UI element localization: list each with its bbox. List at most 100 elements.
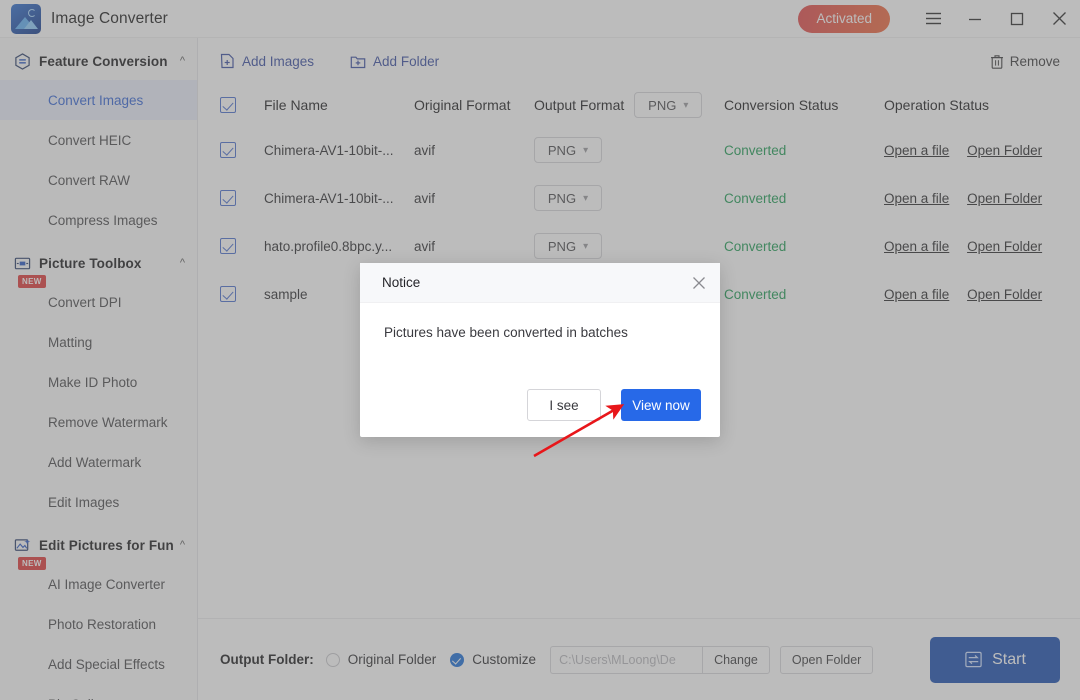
customize-radio[interactable]: [450, 653, 464, 667]
output-format-select[interactable]: PNG ▾: [534, 185, 602, 211]
close-icon[interactable]: [1038, 0, 1080, 38]
add-file-icon: [220, 53, 235, 69]
start-label: Start: [992, 651, 1026, 669]
sidebar-item-compress-images[interactable]: Compress Images: [0, 200, 197, 240]
open-file-link[interactable]: Open a file: [884, 239, 949, 254]
sidebar-item-label: Compress Images: [48, 213, 158, 228]
cell-conversion-status: Converted: [724, 191, 884, 206]
add-folder-icon: [350, 54, 366, 69]
remove-button[interactable]: Remove: [990, 54, 1060, 69]
activated-badge[interactable]: Activated: [798, 5, 890, 33]
sidebar-item-photo-restoration[interactable]: Photo Restoration: [0, 604, 197, 644]
title-bar-controls: Activated: [798, 0, 1080, 38]
change-path-button[interactable]: Change: [702, 646, 770, 674]
cell-conversion-status: Converted: [724, 143, 884, 158]
start-button[interactable]: Start: [930, 637, 1060, 683]
image-converter-window: Image Converter Activated: [0, 0, 1080, 700]
dialog-close-icon[interactable]: [692, 276, 706, 290]
convert-icon: [964, 650, 983, 669]
header-operation-status: Operation Status: [884, 97, 1066, 113]
output-format-select[interactable]: PNG ▾: [534, 233, 602, 259]
toolbox-icon: [14, 255, 31, 272]
table-row[interactable]: Chimera-AV1-10bit-... avif PNG ▾ Convert…: [198, 126, 1080, 174]
open-folder-link[interactable]: Open Folder: [967, 143, 1042, 158]
sidebar-item-label: Convert Images: [48, 93, 143, 108]
output-format-select[interactable]: PNG ▾: [534, 137, 602, 163]
customize-label[interactable]: Customize: [472, 652, 536, 667]
sidebar-item-ai-image-converter[interactable]: NEW AI Image Converter: [0, 564, 197, 604]
sidebar-group-label: Edit Pictures for Fun: [39, 538, 174, 553]
open-file-link[interactable]: Open a file: [884, 287, 949, 302]
title-bar: Image Converter Activated: [0, 0, 1080, 38]
add-images-button[interactable]: Add Images: [220, 53, 314, 69]
cell-operation-status: Open a file Open Folder: [884, 143, 1066, 158]
sidebar-item-convert-images[interactable]: Convert Images: [0, 80, 197, 120]
sidebar-item-remove-watermark[interactable]: Remove Watermark: [0, 402, 197, 442]
header-file-name: File Name: [264, 97, 414, 113]
add-folder-button[interactable]: Add Folder: [350, 54, 439, 69]
maximize-icon[interactable]: [996, 0, 1038, 38]
select-all-checkbox[interactable]: [220, 97, 236, 113]
sidebar-item-convert-heic[interactable]: Convert HEIC: [0, 120, 197, 160]
dialog-title: Notice: [382, 275, 420, 290]
open-file-link[interactable]: Open a file: [884, 143, 949, 158]
cell-original-format: avif: [414, 143, 534, 158]
new-badge: NEW: [18, 275, 46, 288]
conversion-icon: [14, 53, 31, 70]
sidebar-group-feature-conversion[interactable]: Feature Conversion ^: [0, 42, 197, 80]
row-select-cell: [220, 190, 264, 206]
sidebar-item-label: Add Watermark: [48, 455, 141, 470]
header-output-format: Output Format: [534, 97, 624, 113]
add-folder-label: Add Folder: [373, 54, 439, 69]
original-folder-label[interactable]: Original Folder: [348, 652, 437, 667]
sidebar-item-make-id-photo[interactable]: Make ID Photo: [0, 362, 197, 402]
header-original-format: Original Format: [414, 97, 534, 113]
new-badge: NEW: [18, 557, 46, 570]
cell-original-format: avif: [414, 239, 534, 254]
cell-output-format: PNG ▾: [534, 137, 724, 163]
header-conversion-status: Conversion Status: [724, 97, 884, 113]
sidebar-item-add-special-effects[interactable]: Add Special Effects: [0, 644, 197, 684]
table-header-row: File Name Original Format Output Format …: [198, 84, 1080, 126]
sidebar-item-add-watermark[interactable]: Add Watermark: [0, 442, 197, 482]
sidebar-item-convert-dpi[interactable]: NEW Convert DPI: [0, 282, 197, 322]
hamburger-menu-icon[interactable]: [912, 0, 954, 38]
i-see-button[interactable]: I see: [527, 389, 601, 421]
open-output-folder-button[interactable]: Open Folder: [780, 646, 873, 674]
content-toolbar: Add Images Add Folder: [198, 38, 1080, 84]
sidebar-item-label: Remove Watermark: [48, 415, 168, 430]
sidebar-item-pic-collage[interactable]: Pic Collage: [0, 684, 197, 700]
original-folder-radio[interactable]: [326, 653, 340, 667]
open-file-link[interactable]: Open a file: [884, 191, 949, 206]
sidebar-item-label: AI Image Converter: [48, 577, 165, 592]
sidebar-group-label: Picture Toolbox: [39, 256, 142, 271]
table-row[interactable]: Chimera-AV1-10bit-... avif PNG ▾ Convert…: [198, 174, 1080, 222]
sidebar-item-label: Convert HEIC: [48, 133, 131, 148]
open-folder-link[interactable]: Open Folder: [967, 191, 1042, 206]
header-output-format-select[interactable]: PNG ▾: [634, 92, 702, 118]
header-output-format-value: PNG: [648, 98, 676, 113]
select-all-cell: [220, 97, 264, 113]
sidebar-item-edit-images[interactable]: Edit Images: [0, 482, 197, 522]
view-now-button[interactable]: View now: [621, 389, 701, 421]
add-images-label: Add Images: [242, 54, 314, 69]
cell-output-format: PNG ▾: [534, 233, 724, 259]
minimize-icon[interactable]: [954, 0, 996, 38]
open-folder-link[interactable]: Open Folder: [967, 287, 1042, 302]
cell-operation-status: Open a file Open Folder: [884, 239, 1066, 254]
output-path-input[interactable]: C:\Users\MLoong\De: [550, 646, 702, 674]
sidebar-item-convert-raw[interactable]: Convert RAW: [0, 160, 197, 200]
row-checkbox[interactable]: [220, 286, 236, 302]
row-checkbox[interactable]: [220, 238, 236, 254]
output-format-value: PNG: [548, 143, 576, 158]
sidebar-item-label: Pic Collage: [48, 697, 116, 700]
sidebar-item-matting[interactable]: Matting: [0, 322, 197, 362]
app-title: Image Converter: [51, 10, 168, 28]
row-checkbox[interactable]: [220, 142, 236, 158]
cell-file-name: Chimera-AV1-10bit-...: [264, 191, 414, 206]
row-checkbox[interactable]: [220, 190, 236, 206]
output-format-value: PNG: [548, 239, 576, 254]
trash-icon: [990, 54, 1004, 69]
open-folder-link[interactable]: Open Folder: [967, 239, 1042, 254]
sidebar-item-label: Photo Restoration: [48, 617, 156, 632]
